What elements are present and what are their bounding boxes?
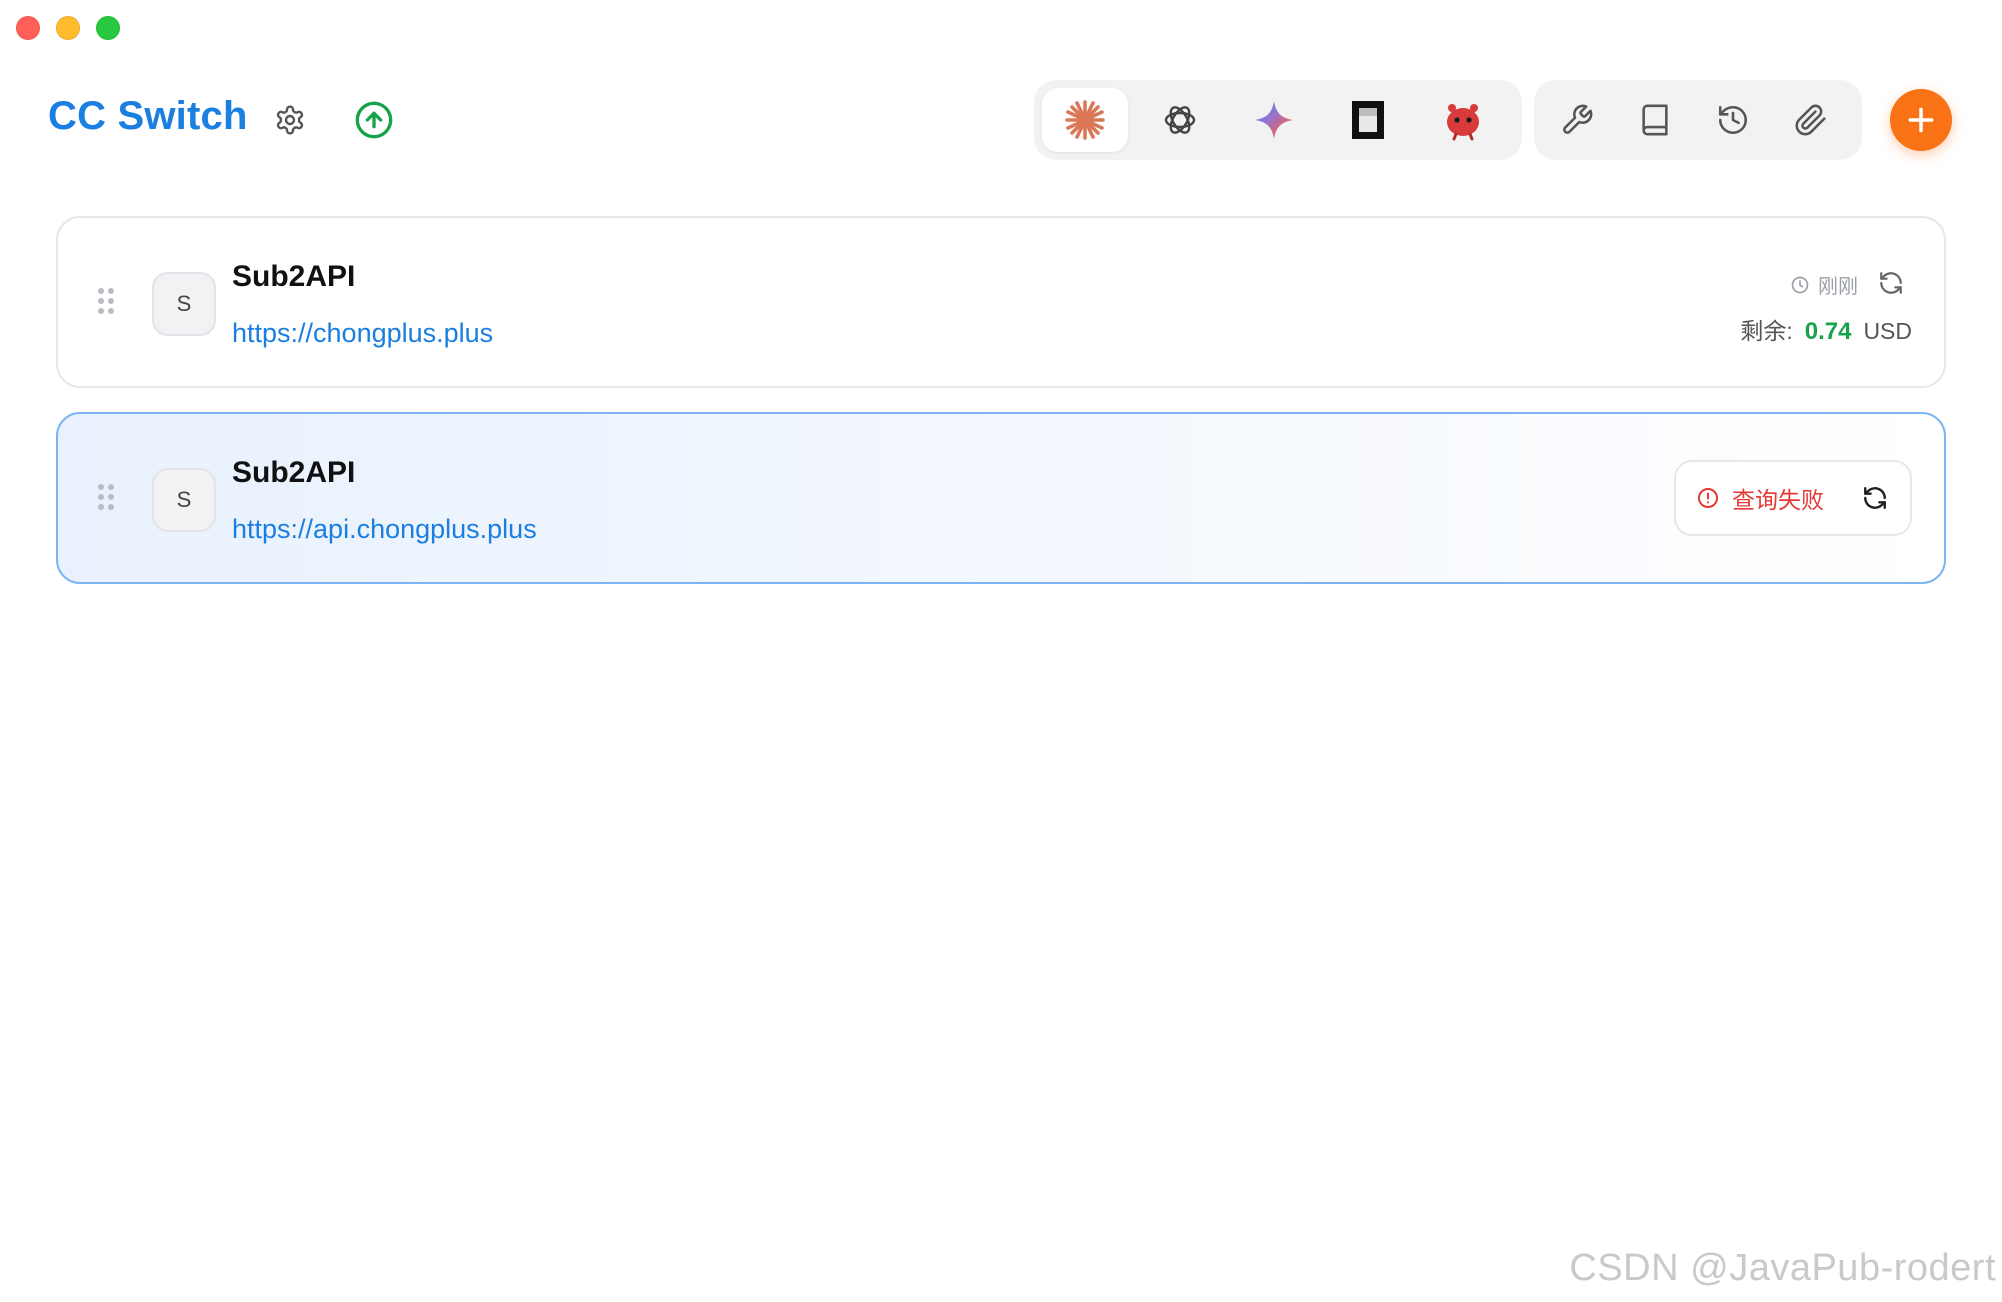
error-text: 查询失败 bbox=[1732, 487, 1824, 513]
minimize-window-button[interactable] bbox=[56, 16, 80, 40]
history-button[interactable] bbox=[1698, 88, 1768, 152]
refresh-icon bbox=[1880, 272, 1902, 294]
drag-handle-icon[interactable] bbox=[98, 288, 114, 314]
provider-card[interactable]: S Sub2API https://chongplus.plus 刚刚 剩余: … bbox=[56, 216, 1946, 388]
retry-query-button[interactable] bbox=[1862, 485, 1888, 511]
claude-icon bbox=[1065, 100, 1106, 140]
upload-circle-icon bbox=[355, 101, 393, 139]
last-query-text: 刚刚 bbox=[1818, 276, 1858, 298]
provider-url-link[interactable]: https://chongplus.plus bbox=[232, 318, 493, 349]
balance-value: 0.74 bbox=[1804, 318, 1852, 345]
bot-mascot-icon bbox=[1446, 104, 1479, 141]
close-window-button[interactable] bbox=[16, 16, 40, 40]
maximize-window-button[interactable] bbox=[96, 16, 120, 40]
provider-name: Sub2API bbox=[232, 456, 356, 489]
refresh-balance-button[interactable] bbox=[1876, 268, 1906, 298]
app-switcher bbox=[1034, 80, 1522, 160]
book-icon bbox=[1642, 104, 1668, 136]
balance-label: 剩余: bbox=[1740, 318, 1793, 344]
app-window: CC Switch S Sub2API https://chongplus.pl… bbox=[0, 0, 2002, 1302]
history-icon bbox=[1718, 105, 1748, 135]
last-query-time: 刚刚 bbox=[1790, 270, 1858, 299]
drag-handle-icon[interactable] bbox=[98, 484, 114, 510]
settings-button[interactable] bbox=[268, 98, 312, 142]
gemini-icon bbox=[1255, 101, 1294, 139]
balance-row: 剩余: 0.74 USD bbox=[1740, 312, 1912, 346]
provider-avatar: S bbox=[152, 272, 216, 336]
provider-avatar: S bbox=[152, 468, 216, 532]
wrench-icon bbox=[1563, 104, 1593, 134]
refresh-icon bbox=[1864, 487, 1886, 509]
tools-button[interactable] bbox=[1542, 88, 1612, 152]
provider-name: Sub2API bbox=[232, 260, 356, 293]
alert-circle-icon bbox=[1698, 488, 1718, 508]
tab-bot[interactable] bbox=[1420, 88, 1506, 152]
tab-gemini[interactable] bbox=[1231, 88, 1317, 152]
gear-icon bbox=[276, 105, 304, 135]
opencode-icon bbox=[1352, 101, 1385, 139]
balance-unit: USD bbox=[1863, 318, 1912, 344]
query-error-badge: 查询失败 bbox=[1674, 460, 1912, 536]
clock-icon bbox=[1791, 276, 1809, 293]
tools-toolbar bbox=[1534, 80, 1862, 160]
attachments-button[interactable] bbox=[1776, 88, 1846, 152]
window-controls bbox=[16, 16, 120, 40]
provider-card-selected[interactable]: S Sub2API https://api.chongplus.plus 查询失… bbox=[56, 412, 1946, 584]
provider-url-link[interactable]: https://api.chongplus.plus bbox=[232, 514, 537, 545]
plus-icon bbox=[1908, 107, 1934, 133]
tab-openai[interactable] bbox=[1136, 88, 1222, 152]
openai-icon bbox=[1164, 106, 1195, 134]
paperclip-icon bbox=[1795, 104, 1826, 136]
tab-opencode[interactable] bbox=[1325, 88, 1411, 152]
update-button[interactable] bbox=[352, 98, 396, 142]
docs-button[interactable] bbox=[1620, 88, 1690, 152]
tab-claude[interactable] bbox=[1042, 88, 1129, 152]
add-provider-button[interactable] bbox=[1890, 89, 1952, 151]
watermark: CSDN @JavaPub-rodert bbox=[1569, 1247, 1996, 1289]
app-title: CC Switch bbox=[48, 94, 248, 138]
